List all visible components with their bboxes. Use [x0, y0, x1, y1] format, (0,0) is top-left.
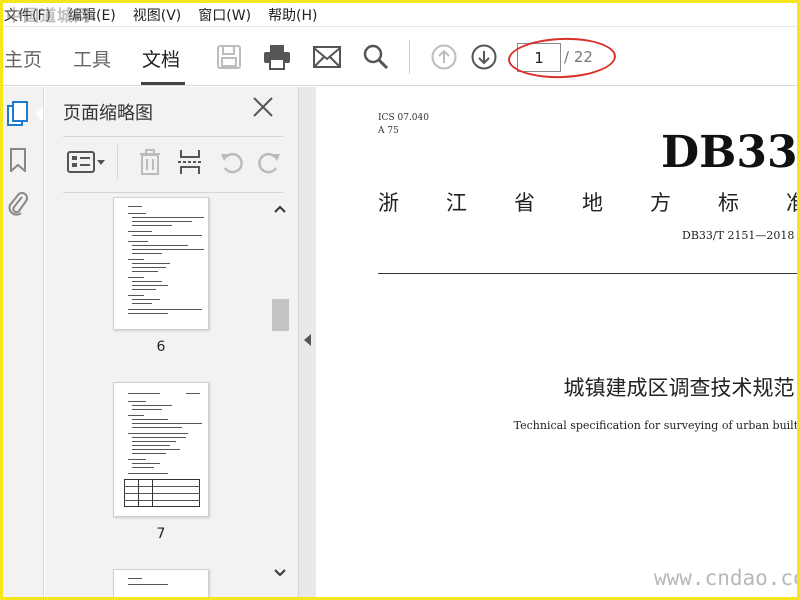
menu-window[interactable]: 窗口(W): [198, 5, 251, 25]
panel-divider: [63, 192, 283, 193]
panel-title: 页面缩略图: [63, 103, 153, 124]
ics-number: ICS 07.040: [378, 113, 429, 123]
thumbnail-scrollbar[interactable]: [271, 197, 289, 587]
print-icon[interactable]: [262, 42, 292, 72]
standard-type-char: 标: [718, 191, 739, 215]
standard-code: DB33/T 2151—2018: [682, 229, 795, 242]
standard-type-char: 方: [650, 191, 671, 215]
ccs-number: A 75: [378, 126, 399, 136]
page-thumbnail[interactable]: [113, 569, 209, 600]
document-view[interactable]: ICS 07.040 A 75 DB33 浙 江 省 地 方 标 准 DB33/…: [316, 87, 800, 600]
attachment-icon[interactable]: [5, 191, 31, 217]
standard-type-char: 省: [514, 191, 535, 215]
mail-icon[interactable]: [312, 42, 342, 72]
tab-tools[interactable]: 工具: [73, 45, 111, 72]
active-tab-indicator: [141, 82, 185, 85]
save-icon[interactable]: [214, 42, 244, 72]
tab-document[interactable]: 文档: [142, 45, 180, 72]
main-toolbar: 主页 工具 文档 1 / 22: [0, 28, 800, 86]
panel-splitter[interactable]: [298, 87, 316, 600]
panel-divider: [63, 136, 283, 137]
menu-help[interactable]: 帮助(H): [268, 5, 317, 25]
rotate-ccw-icon[interactable]: [215, 147, 249, 177]
tab-home[interactable]: 主页: [4, 45, 42, 72]
close-icon[interactable]: [251, 95, 277, 121]
scrollbar-thumb[interactable]: [272, 299, 289, 331]
pages-icon[interactable]: [5, 101, 31, 127]
document-title-en: Technical specification for surveying of…: [513, 419, 800, 432]
standard-type-char: 准: [786, 191, 800, 215]
document-title-cn: 城镇建成区调查技术规范: [563, 376, 795, 400]
active-panel-pointer: [35, 107, 43, 121]
menu-view[interactable]: 视图(V): [133, 5, 182, 25]
panel-toolbar-separator: [117, 145, 118, 179]
page-down-icon[interactable]: [469, 42, 499, 72]
menu-bar: 文件(F) 编辑(E) 视图(V) 窗口(W) 帮助(H): [0, 3, 800, 27]
thumbnail-panel: 页面缩略图 6 7: [45, 87, 298, 600]
rotate-cw-icon[interactable]: [255, 147, 283, 177]
delete-icon[interactable]: [133, 147, 167, 177]
watermark-top: 中国道城网: [6, 6, 92, 25]
collapse-arrow-icon[interactable]: [304, 334, 311, 346]
insert-page-icon[interactable]: [173, 147, 207, 177]
standard-type-char: 江: [446, 191, 467, 215]
page-thumbnail[interactable]: [113, 197, 209, 330]
page-options-icon[interactable]: [65, 147, 109, 177]
page-number-label: 6: [156, 339, 166, 355]
watermark-bottom: www.cndao.com: [654, 566, 800, 590]
page-up-icon[interactable]: [429, 42, 459, 72]
standard-mark: DB33: [661, 127, 798, 178]
page-number-label: 7: [156, 526, 166, 542]
scroll-up-icon[interactable]: [274, 205, 286, 213]
standard-type-char: 浙: [378, 191, 399, 215]
standard-type: 浙 江 省 地 方 标 准: [378, 187, 800, 217]
search-icon[interactable]: [361, 42, 391, 72]
bookmark-icon[interactable]: [5, 147, 31, 173]
scroll-down-icon[interactable]: [274, 569, 286, 577]
toolbar-separator: [409, 40, 410, 74]
ics-code: ICS 07.040 A 75: [378, 112, 429, 138]
standard-type-char: 地: [582, 191, 603, 215]
navigation-strip: [0, 87, 44, 600]
header-rule: [378, 273, 800, 274]
page-thumbnail[interactable]: [113, 382, 209, 517]
